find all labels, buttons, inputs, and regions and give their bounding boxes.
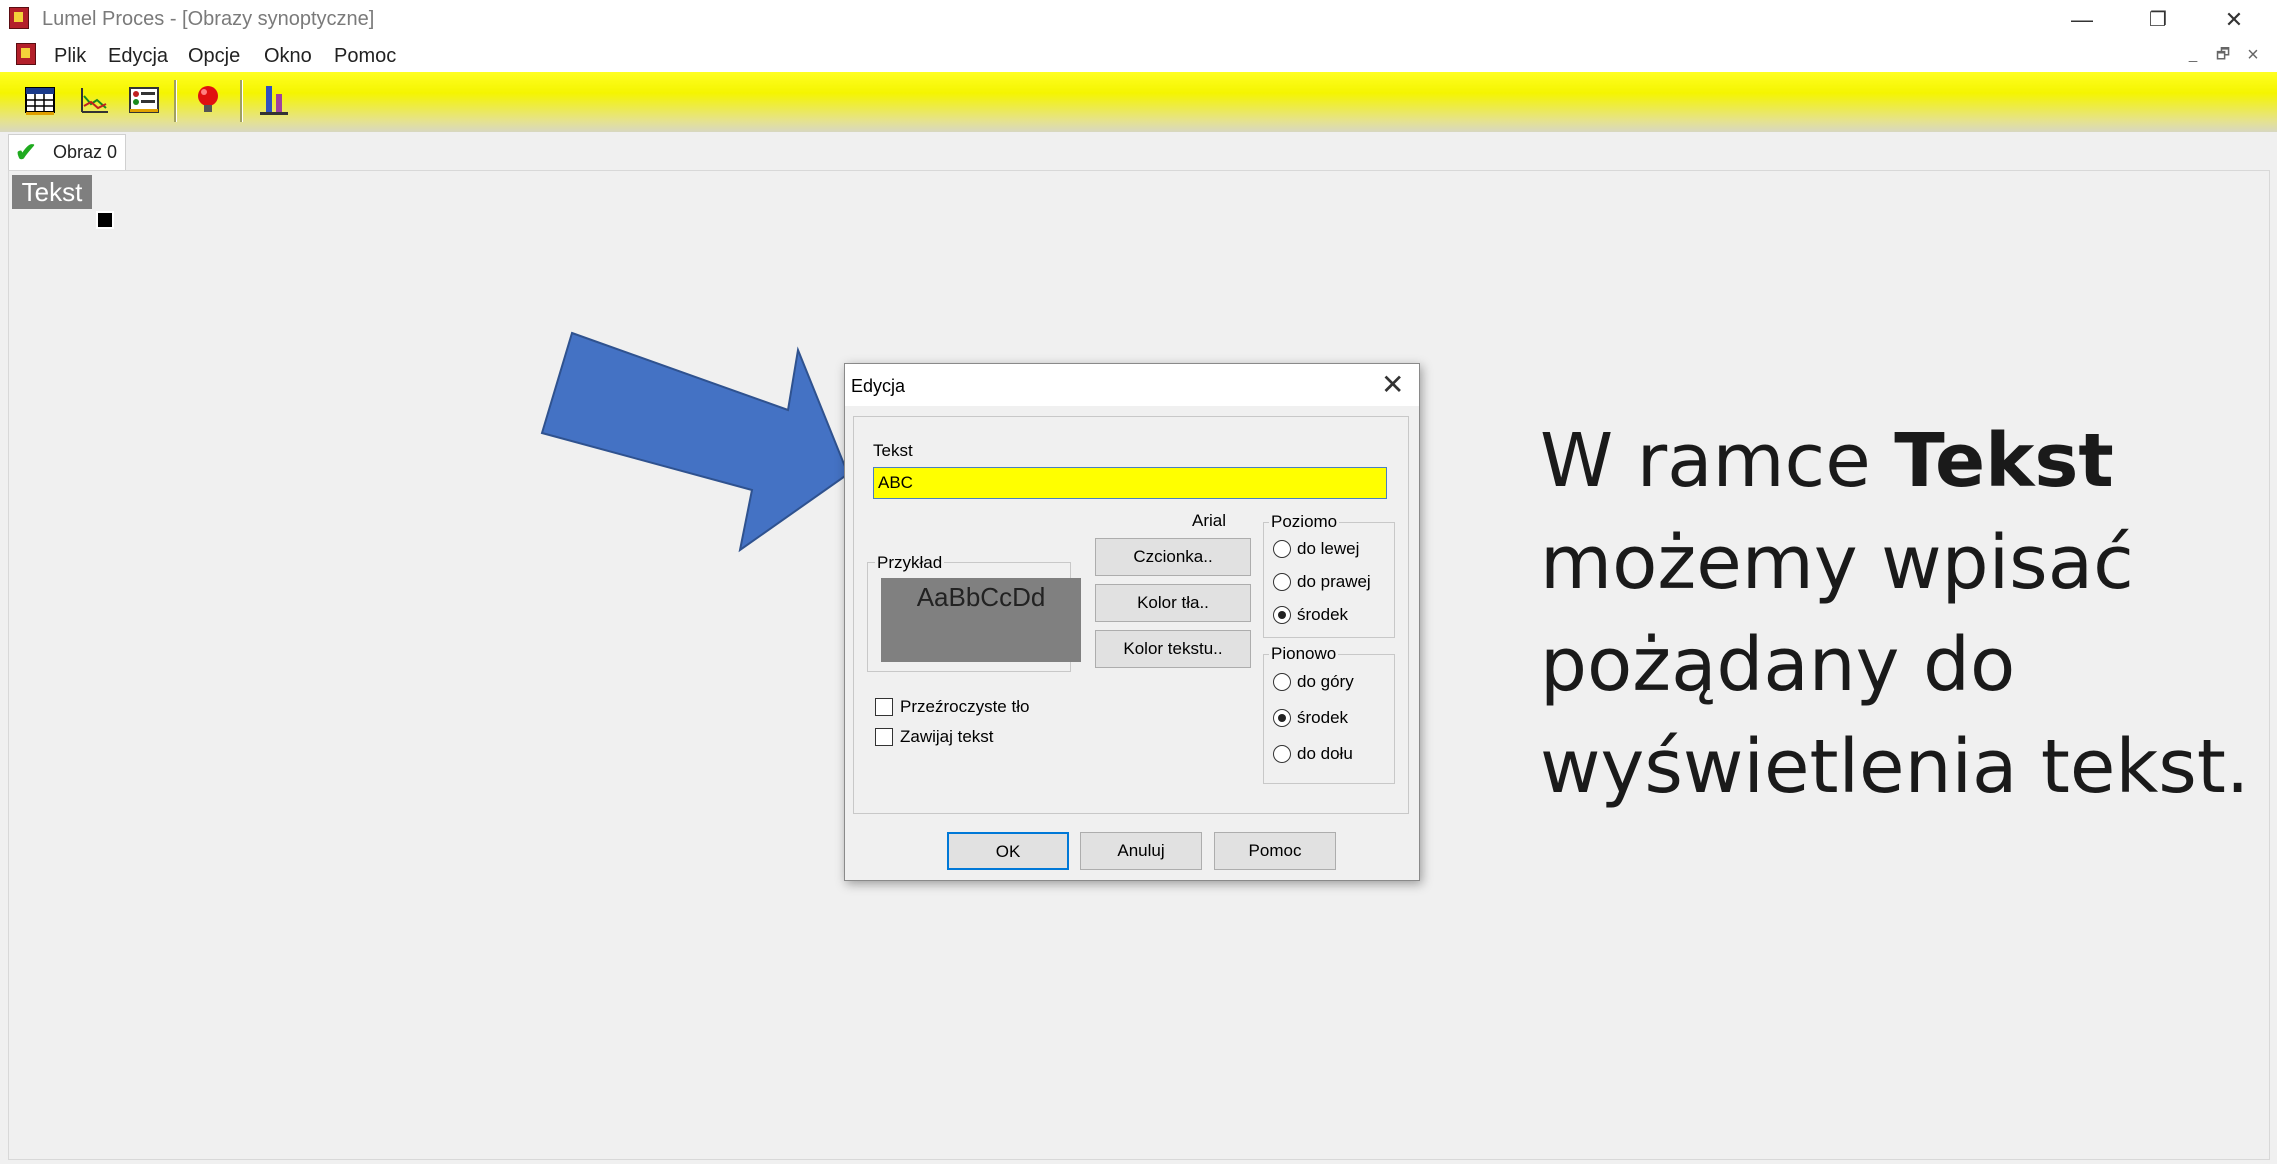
window-title-bar: Lumel Proces - [Obrazy synoptyczne] — ❐ … bbox=[0, 0, 2277, 40]
radio-align-left[interactable] bbox=[1273, 540, 1291, 558]
edit-dialog: Edycja ✕ Tekst Arial Przykład AaBbCcDd C… bbox=[844, 363, 1420, 881]
help-button[interactable]: Pomoc bbox=[1214, 832, 1336, 870]
annotation-text: W ramce Tekst możemy wpisać pożądany do … bbox=[1540, 410, 2260, 818]
radio-align-left-label: do lewej bbox=[1297, 539, 1360, 558]
background-color-button[interactable]: Kolor tła.. bbox=[1095, 584, 1251, 622]
annotation-part1: W ramce bbox=[1540, 418, 1895, 504]
canvas-text-object[interactable]: Tekst bbox=[12, 175, 92, 209]
menu-opcje[interactable]: Opcje bbox=[188, 45, 240, 68]
vertical-label: Pionowo bbox=[1269, 644, 1339, 664]
dialog-close-icon[interactable]: ✕ bbox=[1381, 368, 1404, 401]
radio-valign-bottom-label: do dołu bbox=[1297, 744, 1353, 763]
list-icon[interactable] bbox=[126, 82, 162, 118]
radio-valign-middle[interactable] bbox=[1273, 709, 1291, 727]
wrap-text-label: Zawijaj tekst bbox=[900, 727, 994, 746]
annotation-line-1: W ramce Tekst bbox=[1540, 410, 2260, 512]
tab-label: Obraz 0 bbox=[53, 142, 118, 162]
wrap-text-checkbox[interactable] bbox=[875, 728, 893, 746]
chart-icon[interactable] bbox=[76, 82, 112, 118]
green-check-icon: ✔ bbox=[15, 137, 37, 167]
table-icon[interactable] bbox=[22, 82, 58, 118]
mdi-minimize-button[interactable]: _ bbox=[2182, 45, 2204, 65]
cancel-button[interactable]: Anuluj bbox=[1080, 832, 1202, 870]
radio-align-right[interactable] bbox=[1273, 573, 1291, 591]
dialog-title-bar: Edycja ✕ bbox=[845, 364, 1419, 406]
radio-align-right-label: do prawej bbox=[1297, 572, 1371, 591]
transparent-bg-label: Przeźroczyste tło bbox=[900, 697, 1030, 716]
transparent-bg-checkbox[interactable] bbox=[875, 698, 893, 716]
menu-edycja[interactable]: Edycja bbox=[108, 45, 168, 68]
menu-okno[interactable]: Okno bbox=[264, 45, 312, 68]
radio-valign-top[interactable] bbox=[1273, 673, 1291, 691]
mdi-restore-button[interactable]: 🗗 bbox=[2212, 45, 2234, 65]
radio-align-center[interactable] bbox=[1273, 606, 1291, 624]
window-title: Lumel Proces - [Obrazy synoptyczne] bbox=[42, 8, 375, 30]
horizontal-label: Poziomo bbox=[1269, 512, 1340, 532]
font-button[interactable]: Czcionka.. bbox=[1095, 538, 1251, 576]
annotation-line-3: pożądany do bbox=[1540, 622, 2016, 708]
preview-label: Przykład bbox=[875, 553, 945, 573]
app-icon bbox=[9, 7, 29, 29]
menu-pomoc[interactable]: Pomoc bbox=[334, 45, 396, 68]
close-button[interactable]: ✕ bbox=[2204, 4, 2264, 36]
preview-box: AaBbCcDd bbox=[881, 578, 1081, 662]
radio-valign-top-label: do góry bbox=[1297, 672, 1354, 691]
menu-plik[interactable]: Plik bbox=[54, 45, 86, 68]
radio-valign-middle-label: środek bbox=[1297, 708, 1349, 727]
annotation-line-2: możemy wpisać bbox=[1540, 520, 2134, 606]
menu-bar: Plik Edycja Opcje Okno Pomoc _ 🗗 × bbox=[0, 40, 2277, 72]
minimize-button[interactable]: — bbox=[2052, 4, 2112, 36]
font-name-label: Arial bbox=[1192, 511, 1227, 530]
pointer-arrow-icon bbox=[540, 331, 850, 553]
resize-handle[interactable] bbox=[96, 211, 114, 229]
text-color-button[interactable]: Kolor tekstu.. bbox=[1095, 630, 1251, 668]
process-icon[interactable] bbox=[256, 82, 292, 118]
alarm-bulb-icon[interactable] bbox=[190, 82, 226, 118]
tab-obraz-0[interactable]: ✔ Obraz 0 bbox=[8, 134, 126, 170]
dialog-title: Edycja bbox=[851, 376, 906, 396]
restore-button[interactable]: ❐ bbox=[2128, 4, 2188, 36]
ok-button[interactable]: OK bbox=[947, 832, 1069, 870]
mdi-close-button[interactable]: × bbox=[2242, 45, 2264, 65]
text-label: Tekst bbox=[873, 441, 913, 460]
toolbar-separator bbox=[240, 80, 243, 122]
toolbar bbox=[0, 72, 2277, 132]
radio-align-center-label: środek bbox=[1297, 605, 1349, 624]
radio-valign-bottom[interactable] bbox=[1273, 745, 1291, 763]
annotation-line-4: wyświetlenia tekst. bbox=[1540, 724, 2250, 810]
text-input[interactable] bbox=[873, 467, 1387, 499]
toolbar-separator bbox=[174, 80, 177, 122]
annotation-bold: Tekst bbox=[1894, 418, 2114, 504]
document-icon[interactable] bbox=[16, 43, 36, 65]
